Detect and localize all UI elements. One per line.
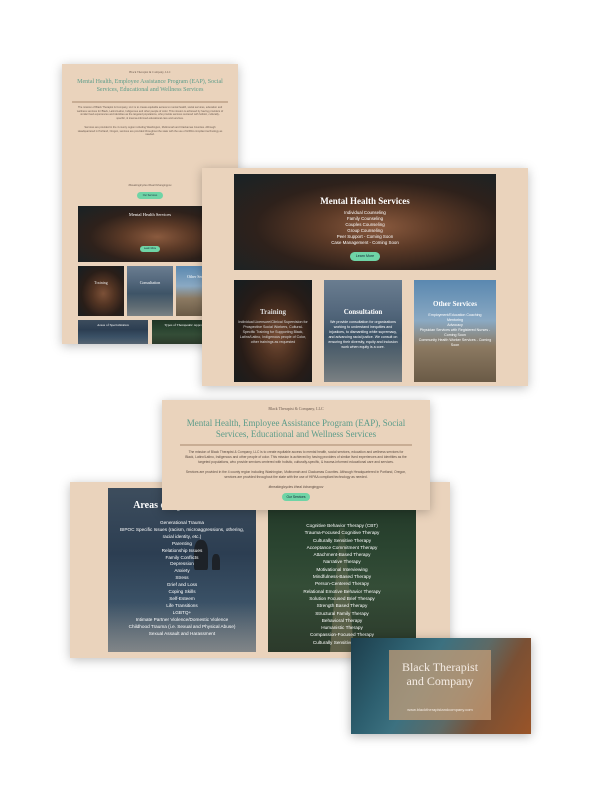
list-item: Attachment-Based Therapy (313, 552, 371, 558)
mental-health-banner[interactable]: Mental Health Services Individual Counse… (234, 174, 496, 270)
brand-name: Black Therapist & Company, LLC (268, 406, 324, 411)
list-item: Behavioral Therapy (321, 617, 363, 623)
business-name-line1: Black Therapist (401, 660, 479, 674)
training-card[interactable]: Training Individual Licensure/Clinical S… (234, 280, 312, 382)
list-item: Generational Trauma (159, 520, 205, 525)
hero-intro: The mission of Black Therapist & Company… (185, 450, 407, 464)
list-item: Cognitive Behavior Therapy (CBT) (306, 523, 378, 528)
list-item: Family Conflicts (165, 554, 199, 560)
our-services-button[interactable]: Our Services (137, 192, 163, 199)
list-item: Person-Centered Therapy (314, 581, 370, 587)
business-name-line2: and Company (406, 674, 474, 688)
consultation-title: Consultation (139, 280, 161, 285)
services-preview-card: Mental Health Services Individual Counse… (202, 168, 528, 386)
list-item: Case Management - Coming Soon (331, 240, 399, 245)
list-item: Coping Skills (168, 589, 196, 595)
list-item: BIPOC Specific Issues (racism, microaggr… (119, 526, 244, 539)
learn-more-button[interactable]: Learn More (350, 252, 380, 261)
consultation-tile[interactable]: Consultation (127, 266, 173, 316)
mental-health-list: Individual Counseling Family Counseling … (234, 210, 496, 246)
list-item: Relational Emotive Behavior Therapy (303, 588, 381, 594)
specialization-list: Generational Trauma BIPOC Specific Issue… (108, 520, 256, 637)
training-tile[interactable]: Training (78, 266, 124, 316)
other-services-title: Other Services (433, 300, 477, 308)
other-services-list: Employment/Education Coaching Mentoring … (414, 313, 496, 348)
hero-detail: Services are provided in the 4 county re… (77, 126, 223, 137)
therapeutic-list: Cognitive Behavior Therapy (CBT) Trauma-… (268, 522, 416, 646)
list-item: Intimate Partner Violence/Domestic Viole… (135, 616, 229, 622)
business-card-url: www.blacktherapistandcompany.com (407, 707, 473, 712)
our-services-button[interactable]: Our Services (282, 493, 310, 501)
list-item: Acceptance Commitment Therapy (306, 544, 378, 550)
list-item: Self-Esteem (169, 595, 195, 601)
consultation-title: Consultation (343, 308, 383, 316)
training-text: Individual Licensure/Clinical Supervisio… (238, 320, 308, 344)
consultation-card[interactable]: Consultation We provide consultation for… (324, 280, 402, 382)
list-item: LGBTQ+ (172, 609, 192, 615)
list-item: Structural Family Therapy (315, 610, 369, 616)
consultation-text: We provide consultation for organization… (328, 320, 398, 349)
list-item: Physician Services with Registered Nurse… (419, 328, 491, 337)
training-title: Training (94, 280, 108, 285)
hero-intro: The mission of Black Therapist & Company… (76, 106, 224, 120)
learn-more-button[interactable]: Learn More (140, 246, 160, 252)
list-item: Trauma-Focused Cognitive Therapy (304, 530, 380, 536)
mental-health-tile[interactable]: Mental Health Services Learn More (78, 206, 222, 262)
mental-health-title: Mental Health Services (320, 196, 410, 206)
hero-title: Mental Health, Employee Assistance Progr… (186, 418, 406, 439)
mental-health-title: Mental Health Services (128, 212, 172, 217)
hero-tagline: #breakinglcycles #heal #changingpov (268, 485, 324, 489)
hero-detail: Services are provided in the 4 county re… (185, 470, 407, 479)
hero-preview-card: Black Therapist & Company, LLC Mental He… (162, 400, 430, 510)
list-item: Grief and Loss (166, 582, 198, 588)
divider (180, 444, 412, 446)
list-item: Parenting (171, 540, 193, 546)
specialization-tile: Areas of Specialization (78, 320, 148, 344)
list-item: Motivational Interviewing (316, 566, 368, 572)
list-item: Life Transitions (166, 602, 198, 608)
list-item: Relationship Issues (161, 547, 203, 553)
list-item: Sexual Assault and Harassment (148, 630, 216, 636)
business-card-panel: Black Therapist and Company www.blackthe… (389, 650, 491, 720)
list-item: Solution Focused Brief Therapy (309, 595, 375, 601)
brand-name: Black Therapist & Company, LLC (129, 70, 171, 74)
list-item: Mindfulness-Based Therapy (312, 574, 372, 580)
list-item: Childhood Trauma (i.e. Sexual and Physic… (128, 623, 236, 629)
other-services-card[interactable]: Other Services Employment/Education Coac… (414, 280, 496, 382)
hero-title: Mental Health, Employee Assistance Progr… (77, 79, 223, 93)
list-item: Stress (175, 575, 189, 581)
business-card-name: Black Therapist and Company (389, 660, 491, 688)
business-card: Black Therapist and Company www.blackthe… (351, 638, 531, 734)
list-item: Depression (170, 561, 194, 567)
list-item: Strength Based Therapy (316, 603, 368, 609)
specialization-panel: Areas of Specialization Generational Tra… (108, 488, 256, 652)
specialization-title: Areas of Specialization (97, 323, 129, 327)
list-item: Humanistic Therapy (321, 625, 363, 631)
divider (72, 101, 228, 103)
list-item: Anxiety (174, 568, 190, 574)
therapeutic-panel: Cognitive Behavior Therapy (CBT) Trauma-… (268, 488, 416, 652)
training-title: Training (260, 308, 286, 316)
list-item: Culturally Sensitive Therapy (312, 537, 372, 543)
list-item: Community Health Worker Services - Comin… (418, 338, 492, 347)
list-item: Narrative Therapy (323, 559, 361, 565)
